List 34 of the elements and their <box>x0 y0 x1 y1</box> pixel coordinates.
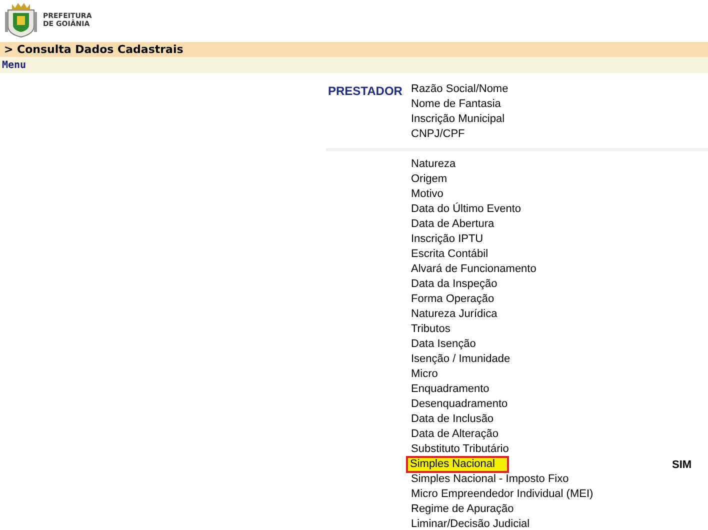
field-label: Isenção / Imunidade <box>411 353 510 366</box>
field-label: Data da Inspeção <box>411 278 498 291</box>
field-label: Regime de Apuração <box>411 503 514 516</box>
field-label: Desenquadramento <box>411 398 508 411</box>
field-label: Origem <box>411 173 448 186</box>
field-label: Forma Operação <box>411 293 494 306</box>
field-label: Data Isenção <box>411 338 476 351</box>
field-label: Data de Inclusão <box>411 413 494 426</box>
field-label: Natureza Jurídica <box>411 308 498 321</box>
field-label: Escrita Contábil <box>411 248 488 261</box>
field-value: SIM <box>672 458 692 470</box>
field-label: Micro Empreendedor Individual (MEI) <box>411 488 594 501</box>
field-label: Data do Último Evento <box>411 203 522 216</box>
field-label: Simples Nacional - Imposto Fixo <box>411 473 569 486</box>
field-label: Data de Alteração <box>411 428 498 441</box>
page-title: > Consulta Dados Cadastrais <box>4 43 184 56</box>
highlighted-field-label: Simples Nacional <box>408 458 507 471</box>
field-label: Razão Social/Nome <box>411 83 508 96</box>
field-label: Data de Abertura <box>411 218 494 231</box>
crest-icon <box>4 2 38 38</box>
field-label: Inscrição IPTU <box>411 233 484 246</box>
field-label: Tributos <box>411 323 450 336</box>
field-label: Nome de Fantasia <box>411 98 501 111</box>
section-label: PRESTADOR <box>328 84 402 98</box>
field-label: Inscrição Municipal <box>411 113 505 126</box>
field-label: Motivo <box>411 188 444 201</box>
field-label: Liminar/Decisão Judicial <box>411 518 530 530</box>
field-label: Substituto Tributário <box>411 443 509 456</box>
field-label: Alvará de Funcionamento <box>411 263 536 276</box>
field-label: CNPJ/CPF <box>411 128 465 141</box>
field-label: Enquadramento <box>411 383 490 396</box>
field-label: Natureza <box>411 158 456 171</box>
menu-link[interactable]: Menu <box>2 60 26 70</box>
field-label: Micro <box>411 368 438 381</box>
